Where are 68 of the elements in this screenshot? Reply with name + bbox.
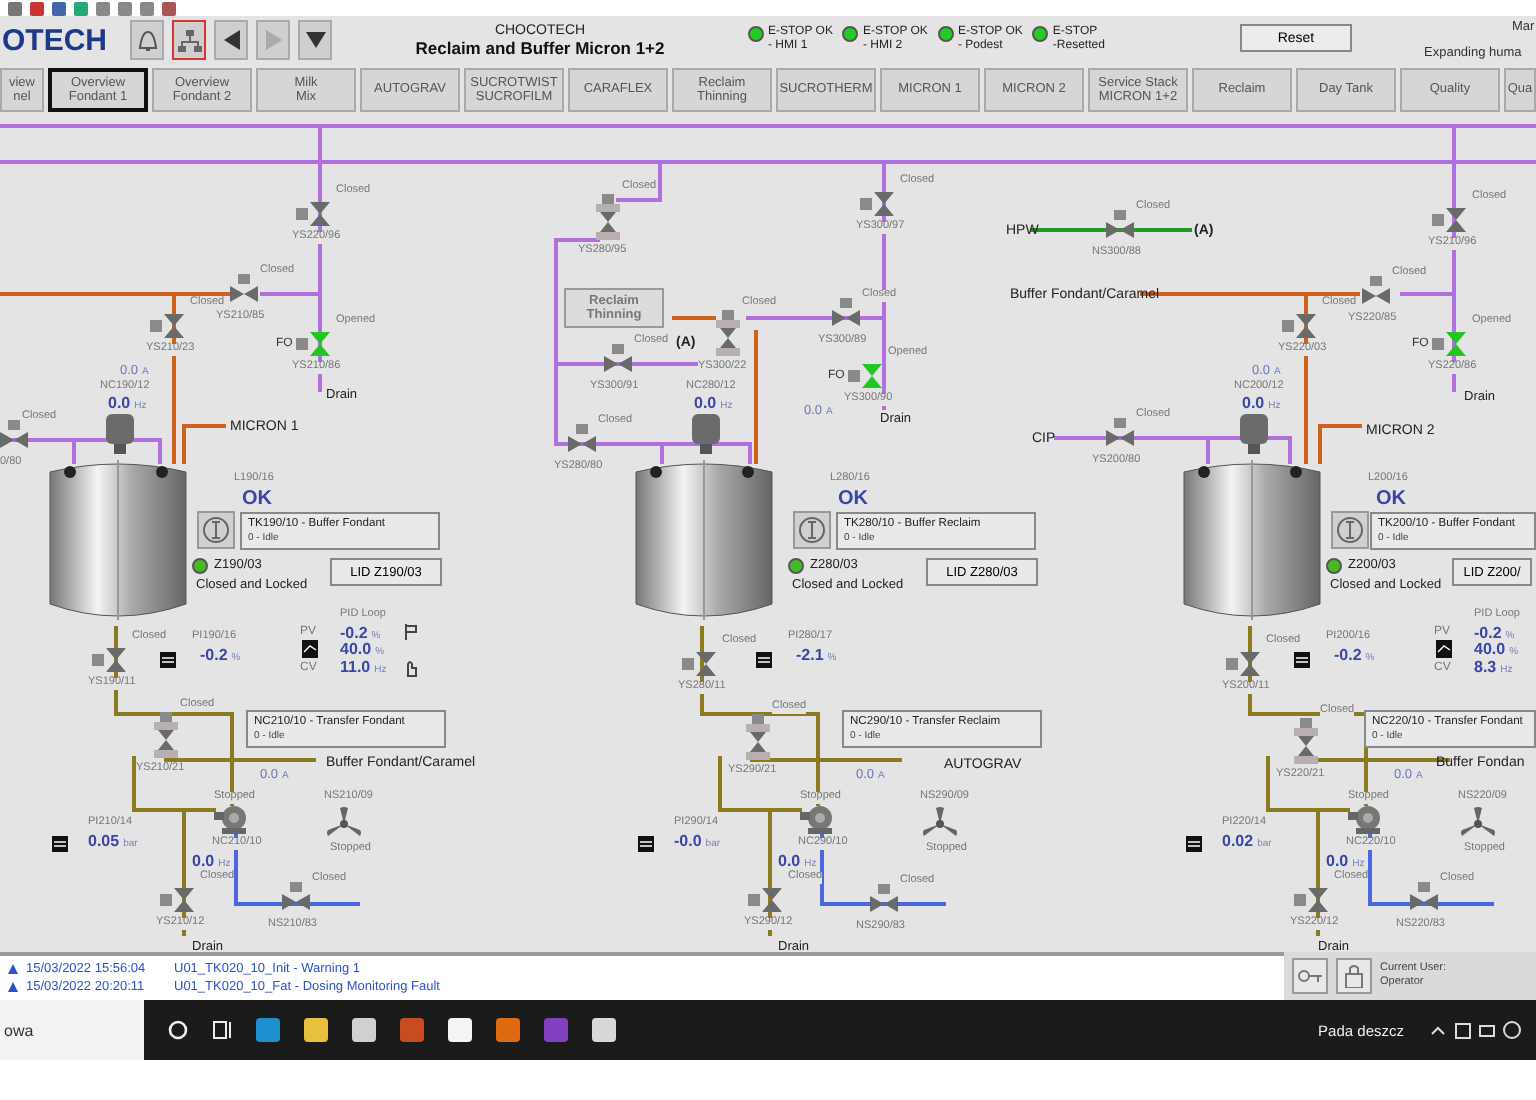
- info-icon[interactable]: [1332, 512, 1368, 548]
- valve-icon[interactable]: [92, 648, 126, 672]
- valve-icon[interactable]: [714, 310, 742, 358]
- taskbar-app-icon[interactable]: [352, 1018, 376, 1042]
- valve-icon[interactable]: [1282, 314, 1316, 338]
- valve-icon[interactable]: [682, 652, 716, 676]
- screen-title: Reclaim and Buffer Micron 1+2: [415, 37, 665, 57]
- taskbar-app-icon[interactable]: [304, 1018, 328, 1042]
- valve-icon[interactable]: [860, 192, 894, 216]
- valve-icon[interactable]: [744, 714, 772, 762]
- motor-icon: [1236, 414, 1272, 454]
- fan-icon: [326, 808, 362, 840]
- valve-icon[interactable]: [568, 424, 596, 452]
- valve-icon[interactable]: [1432, 332, 1466, 356]
- hierarchy-icon[interactable]: [172, 20, 206, 60]
- trend-icon: [160, 652, 176, 668]
- search-field[interactable]: owa: [0, 1000, 144, 1060]
- valve-icon[interactable]: [150, 314, 184, 338]
- trend-icon: [638, 836, 654, 852]
- taskbar-app-icon[interactable]: [448, 1018, 472, 1042]
- hand-icon: [404, 660, 418, 676]
- info-icon[interactable]: [794, 512, 830, 548]
- valve-icon[interactable]: [748, 888, 782, 912]
- valve-icon[interactable]: [282, 882, 310, 910]
- fan-icon: [1460, 808, 1496, 840]
- valve-icon[interactable]: [230, 274, 258, 302]
- trend-icon: [302, 640, 318, 658]
- motor-icon: [688, 414, 724, 454]
- trend-icon: [1436, 640, 1452, 658]
- trend-icon: [52, 836, 68, 852]
- valve-icon[interactable]: [1362, 276, 1390, 304]
- company-logo: OTECH: [2, 23, 109, 57]
- lock-icon[interactable]: [1336, 958, 1372, 994]
- motor-icon: [102, 414, 138, 454]
- taskbar-app-icon[interactable]: [592, 1018, 616, 1042]
- valve-icon[interactable]: [594, 194, 622, 242]
- trend-icon: [1186, 836, 1202, 852]
- pump-icon: [214, 806, 250, 834]
- valve-icon[interactable]: [296, 202, 330, 226]
- trend-icon: [756, 652, 772, 668]
- level-status: OK: [242, 490, 272, 510]
- level-status: OK: [838, 490, 868, 510]
- valve-icon[interactable]: [832, 298, 860, 326]
- valve-icon[interactable]: [1226, 652, 1260, 676]
- valve-icon[interactable]: [296, 332, 330, 356]
- task-view-icon[interactable]: [212, 1020, 232, 1040]
- valve-icon[interactable]: [1106, 418, 1134, 446]
- flag-icon: [404, 624, 418, 640]
- valve-icon[interactable]: [1294, 888, 1328, 912]
- valve-icon[interactable]: [870, 884, 898, 912]
- level-status: OK: [1376, 490, 1406, 510]
- bell-icon[interactable]: [130, 20, 164, 60]
- trend-icon: [1294, 652, 1310, 668]
- valve-icon[interactable]: [160, 888, 194, 912]
- valve-icon[interactable]: [0, 420, 28, 448]
- valve-icon[interactable]: [848, 364, 882, 388]
- start-circle-icon[interactable]: [168, 1020, 188, 1040]
- valve-icon[interactable]: [1410, 882, 1438, 910]
- key-icon[interactable]: [1292, 958, 1328, 994]
- valve-icon[interactable]: [152, 712, 180, 760]
- valve-icon[interactable]: [1292, 718, 1320, 766]
- valve-icon[interactable]: [604, 344, 632, 372]
- valve-icon[interactable]: [1432, 208, 1466, 232]
- info-icon[interactable]: [198, 512, 234, 548]
- pump-icon: [1348, 806, 1384, 834]
- pump-icon: [800, 806, 836, 834]
- valve-icon[interactable]: [1106, 210, 1134, 238]
- fan-icon: [922, 808, 958, 840]
